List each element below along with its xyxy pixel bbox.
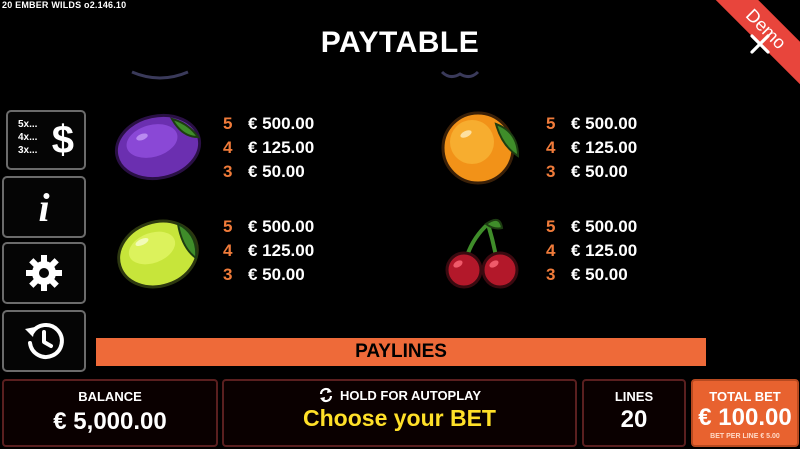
balance-label: BALANCE xyxy=(78,389,142,404)
lines-value: 20 xyxy=(620,406,648,433)
total-bet-value: € 100.00 xyxy=(698,404,792,431)
lemon-icon xyxy=(117,219,199,289)
paytable-title: PAYTABLE xyxy=(320,26,480,59)
scrolled-symbol-edge-left xyxy=(131,70,189,80)
lines-label: LINES xyxy=(614,389,654,404)
paylines-header: PAYLINES xyxy=(96,338,706,366)
history-button[interactable] xyxy=(2,310,86,372)
history-icon xyxy=(25,322,64,359)
balance-panel: BALANCE € 5,000.00 xyxy=(2,379,218,447)
bet-panel[interactable]: HOLD FOR AUTOPLAY Choose your BET xyxy=(222,379,577,447)
dollar-icon: $ xyxy=(51,118,74,162)
plum-icon xyxy=(114,113,202,181)
choose-bet-label: Choose your BET xyxy=(303,405,496,431)
paytable-button[interactable]: 5x... 4x... 3x... $ xyxy=(6,110,86,170)
cherry-icon xyxy=(445,218,519,289)
orange-payouts: 5 € 500.00 4 € 125.00 3 € 50.00 xyxy=(546,114,638,181)
lines-panel[interactable]: LINES 20 xyxy=(582,379,686,447)
scrolled-symbol-edge-right xyxy=(440,70,480,79)
bet-per-line: BET PER LINE € 5.00 xyxy=(710,433,780,440)
info-button[interactable]: i xyxy=(2,176,86,238)
settings-button[interactable] xyxy=(2,242,86,304)
paytable-multipliers: 5x... 4x... 3x... xyxy=(18,119,38,156)
orange-icon xyxy=(441,111,520,185)
cherry-payouts: 5 € 500.00 4 € 125.00 3 € 50.00 xyxy=(546,217,638,284)
total-bet-panel[interactable]: TOTAL BET € 100.00 BET PER LINE € 5.00 xyxy=(691,379,799,447)
balance-value: € 5,000.00 xyxy=(53,408,167,435)
info-icon: i xyxy=(38,184,50,230)
lemon-payouts: 5 € 500.00 4 € 125.00 3 € 50.00 xyxy=(223,217,315,284)
plum-payouts: 5 € 500.00 4 € 125.00 3 € 50.00 xyxy=(223,114,315,181)
gear-icon xyxy=(26,255,62,291)
autoplay-icon xyxy=(319,387,333,403)
total-bet-label: TOTAL BET xyxy=(709,389,781,404)
game-version: 20 EMBER WILDS o2.146.10 xyxy=(2,0,127,10)
hold-autoplay-label: HOLD FOR AUTOPLAY xyxy=(339,387,482,403)
close-icon[interactable] xyxy=(749,33,771,55)
autoplay-hint: HOLD FOR AUTOPLAY xyxy=(224,387,575,403)
